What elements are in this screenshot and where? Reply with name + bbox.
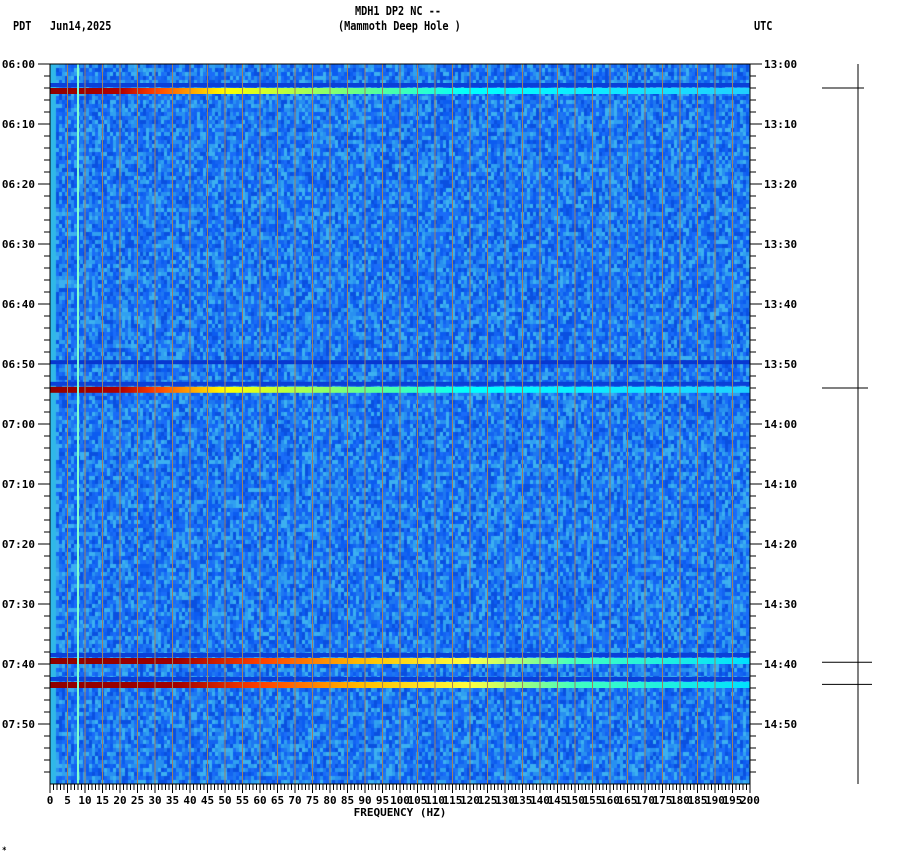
y-tick-label-right: 14:00: [764, 418, 797, 431]
x-tick-label: 80: [323, 794, 336, 807]
x-tick-label: 35: [166, 794, 179, 807]
y-tick-label-left: 06:00: [2, 58, 35, 71]
x-tick-label: 60: [253, 794, 266, 807]
y-tick-label-right: 13:40: [764, 298, 797, 311]
x-tick-label: 25: [131, 794, 144, 807]
x-tick-label: 65: [271, 794, 284, 807]
y-tick-label-left: 07:30: [2, 598, 35, 611]
y-tick-label-right: 13:10: [764, 118, 797, 131]
y-tick-label-right: 13:30: [764, 238, 797, 251]
x-tick-label: 10: [78, 794, 91, 807]
x-tick-label: 15: [96, 794, 109, 807]
y-tick-label-right: 14:40: [764, 658, 797, 671]
y-tick-label-left: 07:40: [2, 658, 35, 671]
x-tick-label: 70: [288, 794, 301, 807]
y-tick-label-right: 14:10: [764, 478, 797, 491]
y-tick-label-left: 06:10: [2, 118, 35, 131]
x-tick-label: 0: [47, 794, 54, 807]
y-tick-label-right: 14:30: [764, 598, 797, 611]
y-tick-label-left: 07:50: [2, 718, 35, 731]
x-tick-label: 5: [64, 794, 71, 807]
x-tick-label: 30: [148, 794, 161, 807]
y-tick-label-left: 06:30: [2, 238, 35, 251]
y-tick-label-left: 07:00: [2, 418, 35, 431]
y-tick-label-right: 13:50: [764, 358, 797, 371]
x-tick-label: 75: [306, 794, 319, 807]
y-tick-label-left: 07:10: [2, 478, 35, 491]
x-tick-label: 200: [740, 794, 760, 807]
x-tick-label: 85: [341, 794, 354, 807]
y-tick-label-right: 14:20: [764, 538, 797, 551]
y-tick-label-left: 07:20: [2, 538, 35, 551]
y-tick-label-right: 13:00: [764, 58, 797, 71]
x-tick-label: 55: [236, 794, 249, 807]
x-tick-label: 40: [183, 794, 196, 807]
y-tick-label-right: 13:20: [764, 178, 797, 191]
y-tick-label-left: 06:50: [2, 358, 35, 371]
y-tick-label-left: 06:40: [2, 298, 35, 311]
x-tick-label: 20: [113, 794, 126, 807]
x-axis-label: FREQUENCY (HZ): [354, 806, 447, 819]
y-tick-label-right: 14:50: [764, 718, 797, 731]
x-tick-label: 45: [201, 794, 214, 807]
y-tick-label-left: 06:20: [2, 178, 35, 191]
x-tick-label: 50: [218, 794, 231, 807]
spectrogram-chart: 0 5 10 15 20 25 30 35 40 45 50 55 60 65 70 75 80 85 90 95 10…: [2, 58, 872, 819]
